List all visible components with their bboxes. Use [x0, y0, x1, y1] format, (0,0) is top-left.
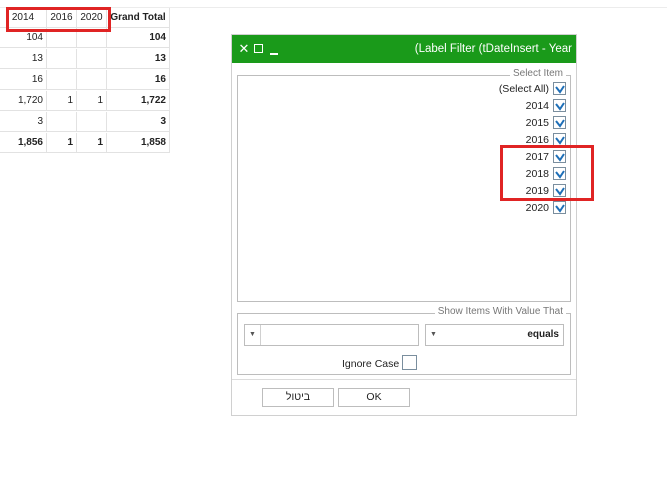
list-item-2014[interactable]: 2014	[526, 98, 566, 115]
item-label: 2020	[525, 202, 549, 214]
check-icon	[555, 119, 565, 128]
label-filter-dialog: ✕ (Label Filter (tDateInsert - Year Sele…	[231, 34, 594, 416]
table-cell[interactable]: 1,720	[0, 91, 47, 110]
table-cell[interactable]: 3	[107, 112, 170, 131]
ignore-case-label: Ignore Case	[342, 358, 400, 370]
table-cell[interactable]: 13	[107, 49, 170, 68]
table-cell[interactable]: 1	[47, 91, 77, 110]
chevron-down-icon[interactable]: ▼	[430, 325, 437, 345]
table-cell[interactable]	[47, 112, 77, 131]
table-cell[interactable]: 1	[77, 133, 107, 152]
ignore-case-checkbox[interactable]	[402, 355, 417, 370]
value-input[interactable]: ▼	[244, 324, 419, 346]
list-item-2015[interactable]: 2015	[526, 115, 566, 132]
operator-value: equals	[527, 329, 559, 340]
show-items-legend: Show Items With Value That	[434, 306, 566, 318]
list-item-2020[interactable]: 2020	[526, 200, 566, 217]
table-cell[interactable]	[47, 70, 77, 89]
pivot-header-grand-total[interactable]: Grand Total	[107, 8, 170, 27]
dialog-separator	[232, 379, 576, 380]
item-label: 2014	[525, 100, 549, 112]
table-cell[interactable]	[77, 49, 107, 68]
highlight-box-year-headers	[6, 7, 111, 32]
table-cell[interactable]: 104	[107, 28, 170, 47]
table-cell[interactable]	[77, 70, 107, 89]
chevron-down-icon[interactable]: ▼	[249, 325, 256, 345]
checkbox-2014[interactable]	[553, 99, 566, 112]
table-cell[interactable]: 1,856	[0, 133, 47, 152]
operator-select[interactable]: ▼ equals	[425, 324, 564, 346]
maximize-icon[interactable]	[254, 44, 263, 53]
table-cell[interactable]: 16	[107, 70, 170, 89]
item-label: 2015	[525, 117, 549, 129]
checkbox-2020[interactable]	[553, 201, 566, 214]
pivot-right-border	[169, 8, 170, 153]
dialog-title: (Label Filter (tDateInsert - Year	[414, 43, 572, 55]
table-row: 1,720 1 1 1,722	[0, 91, 170, 111]
minimize-icon[interactable]	[270, 53, 278, 55]
table-cell[interactable]	[47, 49, 77, 68]
select-item-legend: Select Item	[509, 68, 566, 80]
cancel-button[interactable]: ביטול	[262, 388, 334, 407]
checkbox-2015[interactable]	[553, 116, 566, 129]
table-row: 13 13	[0, 49, 170, 69]
table-cell[interactable]: 3	[0, 112, 47, 131]
table-cell[interactable]: 1	[47, 133, 77, 152]
check-icon	[555, 136, 565, 145]
table-cell[interactable]: 1,722	[107, 91, 170, 110]
table-cell[interactable]: 13	[0, 49, 47, 68]
grand-total-row: 1,856 1 1 1,858	[0, 133, 170, 153]
table-cell[interactable]: 1,858	[107, 133, 170, 152]
dialog-titlebar[interactable]: ✕ (Label Filter (tDateInsert - Year	[232, 35, 576, 63]
item-label: (Select All)	[498, 83, 549, 95]
table-row: 3 3	[0, 112, 170, 132]
check-icon	[555, 204, 565, 213]
ok-button[interactable]: OK	[338, 388, 410, 407]
table-cell[interactable]	[77, 112, 107, 131]
table-cell[interactable]: 1	[77, 91, 107, 110]
list-item-select-all[interactable]: (Select All)	[499, 81, 566, 98]
check-icon	[555, 102, 565, 111]
checkbox-select-all[interactable]	[553, 82, 566, 95]
combo-divider	[260, 325, 261, 345]
highlight-box-years-2017-2019	[500, 145, 594, 201]
table-cell[interactable]: 16	[0, 70, 47, 89]
check-icon	[555, 85, 565, 94]
table-row: 16 16	[0, 70, 170, 90]
close-icon[interactable]: ✕	[238, 35, 250, 63]
